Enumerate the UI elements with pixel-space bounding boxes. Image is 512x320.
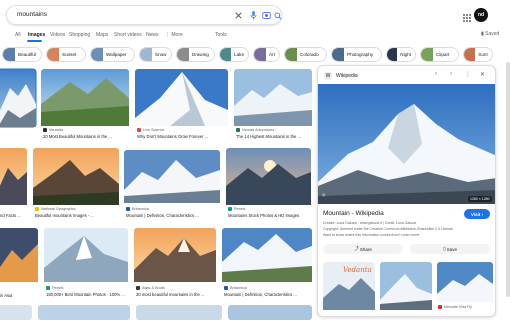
site-favicon — [136, 286, 140, 290]
site-favicon — [236, 128, 240, 132]
result-source[interactable]: Britannica — [224, 286, 247, 290]
site-favicon — [438, 305, 442, 309]
result-image[interactable] — [134, 228, 216, 282]
visit-label: Visit — [470, 211, 481, 217]
svg-text:Vedanta: Vedanta — [343, 266, 372, 274]
chevron-right-icon: › — [480, 211, 484, 217]
result-caption[interactable]: 20 Most Beautiful Mountains in the ... — [43, 134, 129, 139]
related-image[interactable] — [437, 262, 493, 302]
image-credit: Creator: Luca Galuzzi - www.galuzzi.it |… — [323, 221, 417, 225]
result-source[interactable]: Veranda — [43, 128, 63, 132]
save-label: Save — [446, 246, 457, 252]
share-label: Share — [359, 246, 372, 252]
panel-title[interactable]: Mountain - Wikipedia — [323, 210, 384, 217]
next-arrow-icon[interactable]: › — [450, 71, 452, 77]
result-image[interactable] — [33, 148, 119, 205]
image-copyright: Copyright: licensed under the Creative C… — [323, 227, 453, 231]
share-button[interactable]: ⤴ Share — [323, 244, 403, 254]
result-caption[interactable]: Mountains Stock Photos & HD Images — [228, 213, 312, 218]
panel-preview-image[interactable] — [318, 84, 496, 204]
site-favicon — [137, 128, 141, 132]
site-favicon — [35, 207, 39, 211]
result-caption[interactable]: The 14 Highest Mountains in the ... — [236, 134, 312, 139]
wikipedia-favicon: W — [324, 72, 332, 80]
save-button[interactable]: ▯ Save — [410, 244, 490, 254]
result-caption[interactable]: nd Facts ... — [0, 213, 27, 218]
result-image[interactable] — [226, 148, 311, 205]
result-source[interactable]: Nomad Adventures — [236, 128, 274, 132]
related-image[interactable] — [380, 262, 432, 310]
license-info-link[interactable]: Want to know where this information come… — [323, 233, 491, 237]
result-image[interactable] — [222, 228, 312, 282]
related-images: Vedanta — [323, 262, 493, 310]
result-image[interactable] — [124, 150, 220, 203]
result-caption[interactable]: Mountain | Definition, Characteristics .… — [126, 213, 220, 218]
result-caption[interactable]: 150,000+ Best Mountain Photos · 100% ... — [46, 292, 128, 297]
panel-source[interactable]: Wikipedia — [336, 73, 358, 79]
previous-arrow-icon[interactable]: ‹ — [435, 71, 437, 77]
result-caption[interactable]: in Asia — [0, 293, 36, 298]
site-favicon — [224, 286, 228, 290]
result-source[interactable]: Live Science — [137, 128, 165, 132]
related-image[interactable]: Vedanta — [323, 262, 375, 310]
result-image[interactable] — [41, 69, 129, 126]
result-source[interactable]: Britannica — [126, 207, 149, 211]
result-caption[interactable]: 30 most beautiful mountains in the ... — [136, 292, 216, 297]
result-caption[interactable]: Why Don't Mountains Grow Forever ... — [137, 134, 227, 139]
close-icon[interactable]: ✕ — [480, 71, 485, 78]
result-image[interactable] — [135, 69, 228, 126]
result-source[interactable]: Pexels — [46, 286, 63, 290]
result-image[interactable] — [0, 148, 27, 205]
result-caption[interactable]: Beautiful mountains Images - ... — [35, 213, 119, 218]
image-preview-panel: W Wikipedia ‹ › ⋮ ✕ ◎ 1280 × 1280 Mounta… — [317, 65, 496, 317]
site-favicon — [126, 207, 130, 211]
scrollbar[interactable] — [506, 62, 510, 297]
more-options-icon[interactable]: ⋮ — [465, 71, 471, 78]
result-image[interactable] — [0, 228, 38, 282]
related-source[interactable]: Mercade Vida Fiji — [438, 305, 472, 309]
site-favicon — [228, 207, 232, 211]
result-image[interactable] — [234, 69, 312, 126]
site-favicon — [46, 286, 50, 290]
site-favicon — [43, 128, 47, 132]
result-caption[interactable]: Mountain | Definition, Characteristics .… — [224, 292, 312, 297]
image-dimensions: 1280 × 1280 — [468, 196, 492, 202]
visual-search-icon[interactable]: ◎ — [322, 192, 326, 197]
visit-button[interactable]: Visit › — [464, 209, 490, 219]
result-source[interactable]: National Geographic — [35, 207, 76, 211]
result-source[interactable]: Atlas & Boots — [136, 286, 165, 290]
result-image[interactable] — [44, 228, 128, 282]
result-image[interactable] — [0, 68, 37, 128]
result-source[interactable]: Pexels — [228, 207, 245, 211]
